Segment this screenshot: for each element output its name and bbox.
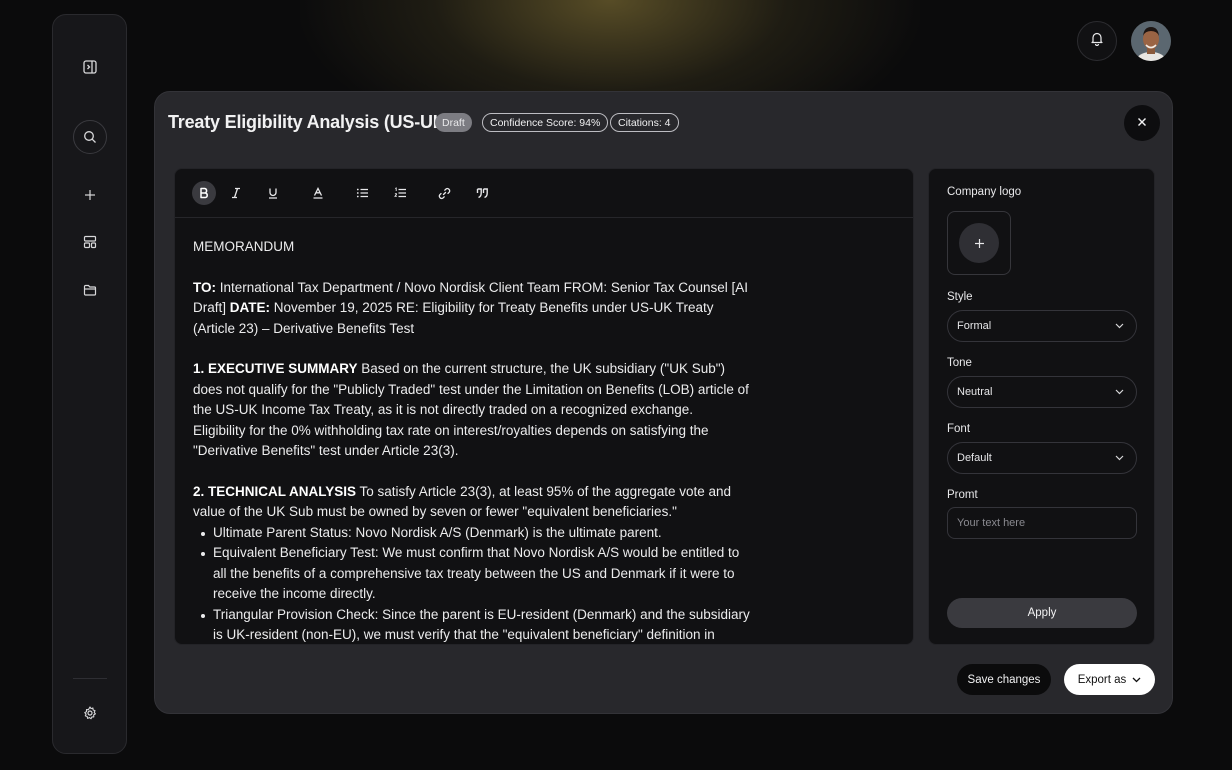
list-item: Triangular Provision Check: Since the pa… <box>193 605 753 645</box>
link-icon[interactable] <box>432 181 456 205</box>
bullet-list-icon[interactable] <box>350 181 374 205</box>
quote-icon[interactable] <box>470 181 494 205</box>
tone-value: Neutral <box>957 386 993 398</box>
underline-icon[interactable] <box>261 181 285 205</box>
close-icon <box>1137 114 1147 132</box>
date-text: November 19, 2025 RE: Eligibility for Tr… <box>193 300 714 336</box>
chevron-down-icon <box>1115 452 1124 464</box>
export-button[interactable]: Export as <box>1064 664 1155 695</box>
sidebar <box>52 14 127 754</box>
font-label: Font <box>947 423 971 435</box>
style-value: Formal <box>957 320 992 332</box>
logo-upload[interactable] <box>947 211 1011 275</box>
section-2-label: 2. TECHNICAL ANALYSIS <box>193 483 357 499</box>
document-modal: Treaty Eligibility Analysis (US-UK) Draf… <box>154 91 1173 714</box>
chevron-down-icon <box>1132 674 1141 686</box>
doc-header-block: TO: International Tax Department / Novo … <box>193 278 753 340</box>
confidence-badge: Confidence Score: 94% <box>482 113 609 132</box>
folder-icon[interactable] <box>73 273 107 307</box>
section-1-text-2: Eligibility for the 0% withholding tax r… <box>193 422 709 459</box>
doc-heading: MEMORANDUM <box>193 239 295 254</box>
citations-badge[interactable]: Citations: 4 <box>610 113 679 132</box>
layout-icon[interactable] <box>73 225 107 259</box>
modal-title: Treaty Eligibility Analysis (US-UK) <box>168 112 452 132</box>
tone-label: Tone <box>947 357 972 369</box>
notifications-button[interactable] <box>1077 21 1117 61</box>
formatting-toolbar <box>175 169 913 218</box>
italic-icon[interactable] <box>224 181 248 205</box>
analysis-list: Ultimate Parent Status: Novo Nordisk A/S… <box>193 523 753 645</box>
apply-button[interactable]: Apply <box>947 598 1137 628</box>
prompt-input[interactable] <box>947 507 1137 539</box>
list-item: Equivalent Beneficiary Test: We must con… <box>193 543 753 605</box>
collapse-sidebar-icon[interactable] <box>73 50 107 84</box>
chevron-down-icon <box>1115 320 1124 332</box>
save-changes-button[interactable]: Save changes <box>957 664 1051 695</box>
status-badge: Draft <box>435 113 472 132</box>
user-avatar[interactable] <box>1131 21 1171 61</box>
font-select[interactable]: Default <box>947 442 1137 474</box>
document-body[interactable]: MEMORANDUM TO: International Tax Departm… <box>193 237 753 645</box>
search-icon[interactable] <box>73 120 107 154</box>
plus-icon <box>959 223 999 263</box>
chevron-down-icon <box>1115 386 1124 398</box>
close-button[interactable] <box>1124 105 1160 141</box>
bold-icon[interactable] <box>192 181 216 205</box>
doc-section-2: 2. TECHNICAL ANALYSIS To satisfy Article… <box>193 482 753 523</box>
gear-icon[interactable] <box>73 696 107 730</box>
prompt-label: Promt <box>947 489 978 501</box>
document-editor: MEMORANDUM TO: International Tax Departm… <box>174 168 914 645</box>
to-label: TO: <box>193 279 216 295</box>
export-label: Export as <box>1077 673 1127 686</box>
style-select[interactable]: Formal <box>947 310 1137 342</box>
date-label: DATE: <box>229 300 271 315</box>
plus-icon[interactable] <box>73 178 107 212</box>
list-item: Ultimate Parent Status: Novo Nordisk A/S… <box>193 523 753 544</box>
tone-select[interactable]: Neutral <box>947 376 1137 408</box>
font-value: Default <box>957 452 992 464</box>
settings-panel: Company logo Style Formal Tone Neutral F… <box>928 168 1155 645</box>
bell-icon <box>1090 31 1104 51</box>
section-1-label: 1. EXECUTIVE SUMMARY <box>193 361 358 376</box>
sidebar-divider <box>73 678 107 679</box>
numbered-list-icon[interactable] <box>388 181 412 205</box>
text-color-icon[interactable] <box>306 181 330 205</box>
company-logo-label: Company logo <box>947 186 1022 198</box>
style-label: Style <box>947 291 973 303</box>
doc-section-1: 1. EXECUTIVE SUMMARY Based on the curren… <box>193 359 753 462</box>
